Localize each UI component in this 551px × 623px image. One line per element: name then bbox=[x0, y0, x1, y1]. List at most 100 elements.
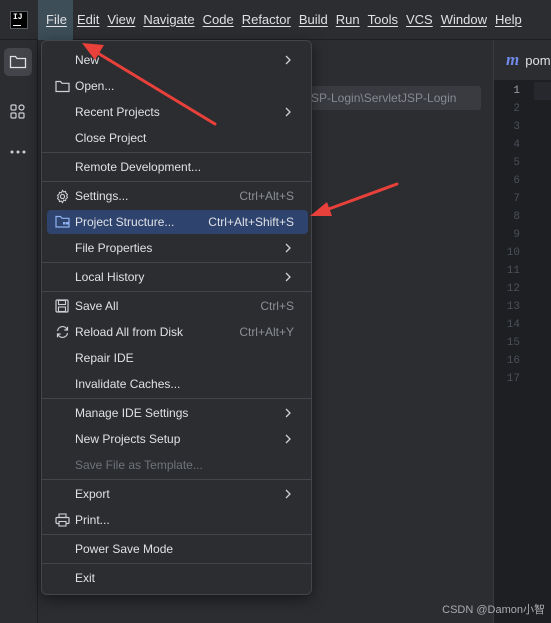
shortcut-label: Ctrl+Alt+Shift+S bbox=[208, 215, 294, 229]
menu-items: File Edit View Navigate Code Refactor Bu… bbox=[38, 0, 526, 40]
menu-item-label: Invalidate Caches... bbox=[75, 377, 181, 391]
reload-icon bbox=[54, 324, 70, 340]
tool-window-strip bbox=[0, 40, 38, 623]
menu-help[interactable]: Help bbox=[491, 0, 526, 40]
menu-view[interactable]: View bbox=[103, 0, 139, 40]
project-structure-icon bbox=[54, 214, 70, 230]
menu-separator bbox=[42, 291, 311, 292]
menu-item-file-properties[interactable]: File Properties bbox=[47, 236, 308, 260]
line-number: 15 bbox=[506, 337, 520, 349]
menu-item-label: New Projects Setup bbox=[75, 432, 181, 446]
menu-item-save-file-as-template: Save File as Template... bbox=[47, 453, 308, 477]
menu-item-local-history[interactable]: Local History bbox=[47, 265, 308, 289]
chevron-right-icon bbox=[285, 107, 291, 117]
shortcut-label: Ctrl+Alt+Y bbox=[239, 325, 294, 339]
line-number: 6 bbox=[513, 175, 520, 187]
more-tools-button[interactable] bbox=[4, 138, 32, 166]
more-icon bbox=[10, 150, 26, 154]
menu-item-recent-projects[interactable]: Recent Projects bbox=[47, 100, 308, 124]
menu-item-new[interactable]: New bbox=[47, 48, 308, 72]
menu-item-project-structure[interactable]: Project Structure... Ctrl+Alt+Shift+S bbox=[47, 210, 308, 234]
structure-tool-button[interactable] bbox=[4, 98, 32, 126]
shortcut-label: Ctrl+S bbox=[260, 299, 294, 313]
menu-separator bbox=[42, 262, 311, 263]
save-icon bbox=[54, 298, 70, 314]
menu-item-remote-development[interactable]: Remote Development... bbox=[47, 155, 308, 179]
shortcut-label: Ctrl+Alt+S bbox=[239, 189, 294, 203]
menu-item-close-project[interactable]: Close Project bbox=[47, 126, 308, 150]
folder-open-icon bbox=[54, 78, 70, 94]
menu-item-reload-all[interactable]: Reload All from Disk Ctrl+Alt+Y bbox=[47, 320, 308, 344]
menu-item-invalidate-caches[interactable]: Invalidate Caches... bbox=[47, 372, 308, 396]
menu-item-label: File Properties bbox=[75, 241, 153, 255]
folder-icon bbox=[9, 55, 27, 69]
menu-item-label: Project Structure... bbox=[75, 215, 175, 229]
intellij-logo-icon[interactable]: IJ bbox=[0, 0, 38, 40]
logo-mark: IJ bbox=[10, 10, 28, 29]
line-number: 10 bbox=[506, 247, 520, 259]
menu-item-settings[interactable]: Settings... Ctrl+Alt+S bbox=[47, 184, 308, 208]
menu-separator bbox=[42, 563, 311, 564]
menu-tools[interactable]: Tools bbox=[364, 0, 402, 40]
chevron-right-icon bbox=[285, 272, 291, 282]
menu-navigate[interactable]: Navigate bbox=[139, 0, 198, 40]
chevron-right-icon bbox=[285, 408, 291, 418]
line-number: 11 bbox=[506, 265, 520, 277]
menu-item-label: Repair IDE bbox=[75, 351, 134, 365]
line-number: 16 bbox=[506, 355, 520, 367]
menu-item-export[interactable]: Export bbox=[47, 482, 308, 506]
menu-item-label: Recent Projects bbox=[75, 105, 160, 119]
project-tool-button[interactable] bbox=[4, 48, 32, 76]
line-number: 8 bbox=[513, 211, 520, 223]
current-line-highlight bbox=[534, 82, 551, 100]
line-number: 14 bbox=[506, 319, 520, 331]
editor-tab-pom[interactable]: m pom bbox=[494, 40, 551, 80]
menu-code[interactable]: Code bbox=[199, 0, 238, 40]
menu-item-repair-ide[interactable]: Repair IDE bbox=[47, 346, 308, 370]
file-menu-dropdown: New Open... Recent Projects Close Projec… bbox=[41, 40, 312, 595]
line-number: 12 bbox=[506, 283, 520, 295]
line-number-gutter: 1 2 3 4 5 6 7 8 9 10 11 12 13 14 15 16 1… bbox=[494, 80, 534, 623]
watermark-text: CSDN @Damon小智 bbox=[442, 604, 545, 616]
menu-item-label: Manage IDE Settings bbox=[75, 406, 189, 420]
line-number: 2 bbox=[513, 103, 520, 115]
line-number: 9 bbox=[513, 229, 520, 241]
menu-separator bbox=[42, 152, 311, 153]
menu-item-label: Local History bbox=[75, 270, 145, 284]
menu-item-save-all[interactable]: Save All Ctrl+S bbox=[47, 294, 308, 318]
menu-item-label: Remote Development... bbox=[75, 160, 202, 174]
printer-icon bbox=[54, 512, 70, 528]
menu-item-print[interactable]: Print... bbox=[47, 508, 308, 532]
menu-item-manage-ide-settings[interactable]: Manage IDE Settings bbox=[47, 401, 308, 425]
menu-item-power-save-mode[interactable]: Power Save Mode bbox=[47, 537, 308, 561]
editor-tab-label: pom bbox=[525, 52, 551, 68]
line-number: 5 bbox=[513, 157, 520, 169]
menu-run[interactable]: Run bbox=[332, 0, 364, 40]
line-number: 4 bbox=[513, 139, 520, 151]
menu-file[interactable]: File bbox=[38, 0, 73, 40]
menu-item-exit[interactable]: Exit bbox=[47, 566, 308, 590]
line-number: 7 bbox=[513, 193, 520, 205]
menu-item-label: Exit bbox=[75, 571, 96, 585]
chevron-right-icon bbox=[285, 55, 291, 65]
menu-item-open[interactable]: Open... bbox=[47, 74, 308, 98]
menu-item-label: Export bbox=[75, 487, 110, 501]
menu-separator bbox=[42, 398, 311, 399]
menu-separator bbox=[42, 181, 311, 182]
menu-item-label: Print... bbox=[75, 513, 110, 527]
menu-separator bbox=[42, 479, 311, 480]
menu-vcs[interactable]: VCS bbox=[402, 0, 437, 40]
menu-item-new-projects-setup[interactable]: New Projects Setup bbox=[47, 427, 308, 451]
line-number: 13 bbox=[506, 301, 520, 313]
menu-window[interactable]: Window bbox=[437, 0, 491, 40]
structure-icon bbox=[10, 104, 25, 119]
menu-item-label: Power Save Mode bbox=[75, 542, 174, 556]
editor-area: m pom 1 2 3 4 5 6 7 8 9 10 11 12 13 14 1… bbox=[493, 40, 551, 623]
menu-item-label: Reload All from Disk bbox=[75, 325, 184, 339]
menu-refactor[interactable]: Refactor bbox=[238, 0, 295, 40]
project-path-field: SP-Login\ServletJSP-Login bbox=[305, 86, 481, 110]
menu-build[interactable]: Build bbox=[295, 0, 332, 40]
menu-edit[interactable]: Edit bbox=[73, 0, 103, 40]
main-menu-bar: IJ File Edit View Navigate Code Refactor… bbox=[0, 0, 551, 40]
line-number: 3 bbox=[513, 121, 520, 133]
